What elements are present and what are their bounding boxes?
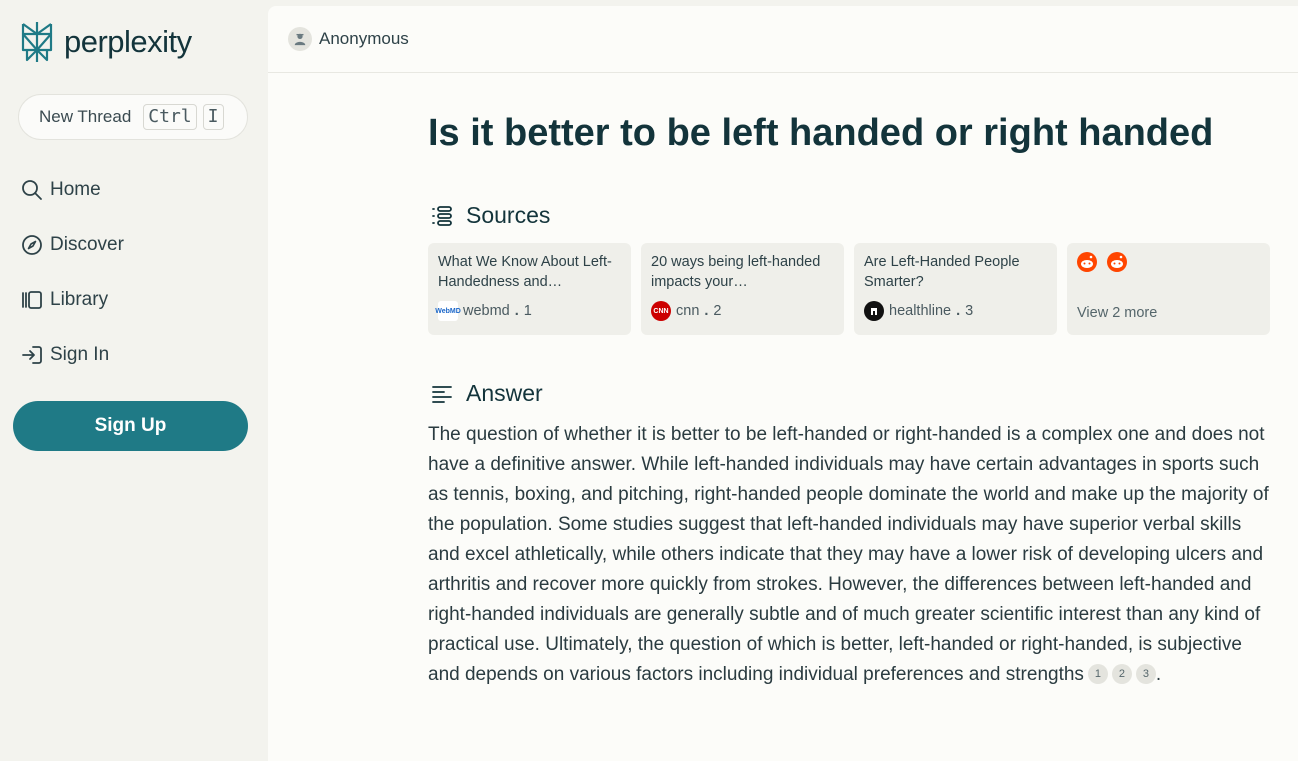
- sidebar: perplexity New Thread Ctrl I Home Discov…: [0, 0, 268, 761]
- anonymous-avatar-icon: [288, 27, 312, 51]
- shortcut-key-i: I: [202, 104, 224, 130]
- source-card[interactable]: Are Left-Handed People Smarter? healthli…: [854, 243, 1057, 335]
- source-card[interactable]: What We Know About Left-Handedness and… …: [428, 243, 631, 335]
- answer-icon: [432, 385, 452, 403]
- answer-body: The question of whether it is better to …: [428, 420, 1273, 690]
- new-thread-button[interactable]: New Thread Ctrl I: [18, 94, 248, 140]
- nav-label-sign-in: Sign In: [50, 344, 110, 365]
- nav-item-sign-in[interactable]: Sign In: [20, 340, 109, 370]
- reddit-icon: [1077, 252, 1097, 272]
- source-meta: CNN cnn . 2: [651, 301, 722, 321]
- citation-badge[interactable]: 3: [1135, 664, 1156, 684]
- nav-item-library[interactable]: Library: [20, 285, 108, 315]
- top-bar: Anonymous: [268, 6, 1298, 73]
- nav-label-home: Home: [50, 179, 101, 200]
- source-site: webmd: [463, 303, 510, 319]
- answer-heading-text: Answer: [466, 380, 543, 406]
- healthline-favicon-icon: [864, 301, 884, 321]
- source-title: What We Know About Left-Handedness and…: [438, 254, 612, 290]
- thread-title: Is it better to be left handed or right …: [428, 112, 1214, 154]
- sign-up-button[interactable]: Sign Up: [13, 401, 248, 451]
- more-sources-card[interactable]: View 2 more: [1067, 243, 1270, 335]
- cnn-favicon-icon: CNN: [651, 301, 671, 321]
- nav-label-library: Library: [50, 289, 109, 310]
- source-index: 3: [965, 303, 974, 319]
- logo[interactable]: perplexity: [18, 20, 192, 64]
- new-thread-label: New Thread: [39, 107, 132, 126]
- compass-icon: [22, 235, 42, 255]
- sources-list: What We Know About Left-Handedness and… …: [428, 243, 1270, 335]
- answer-heading: Answer: [430, 380, 543, 407]
- nav-item-home[interactable]: Home: [20, 175, 101, 205]
- source-site: healthline: [889, 303, 952, 319]
- answer-text: The question of whether it is better to …: [428, 424, 1269, 685]
- answer-end: .: [1155, 664, 1162, 685]
- reddit-icon: [1107, 252, 1127, 272]
- sign-in-icon: [22, 346, 42, 364]
- source-card[interactable]: 20 ways being left-handed impacts your… …: [641, 243, 844, 335]
- source-title: 20 ways being left-handed impacts your…: [651, 254, 821, 290]
- main-panel: Anonymous Is it better to be left handed…: [268, 6, 1298, 761]
- user-label: Anonymous: [319, 29, 409, 48]
- source-index: 2: [713, 303, 722, 319]
- sources-heading-text: Sources: [466, 202, 551, 228]
- library-icon: [22, 291, 42, 309]
- search-icon: [22, 180, 42, 200]
- source-title: Are Left-Handed People Smarter?: [864, 254, 1020, 290]
- webmd-favicon-icon: WebMD: [435, 301, 461, 321]
- source-meta: WebMD webmd . 1: [435, 301, 532, 321]
- source-index: 1: [523, 303, 532, 319]
- view-more-sources-link[interactable]: View 2 more: [1077, 305, 1157, 321]
- citation-badge[interactable]: 1: [1087, 664, 1108, 684]
- more-sources-icons: [1077, 252, 1260, 272]
- source-meta: healthline . 3: [864, 301, 973, 321]
- citation-badge[interactable]: 2: [1111, 664, 1132, 684]
- perplexity-logo-icon: [21, 22, 53, 62]
- brand-name: perplexity: [64, 24, 192, 59]
- sources-icon: [432, 205, 452, 226]
- nav-label-discover: Discover: [50, 234, 124, 255]
- sources-heading: Sources: [430, 202, 550, 229]
- nav-item-discover[interactable]: Discover: [20, 230, 124, 260]
- shortcut-key-ctrl: Ctrl: [143, 104, 197, 130]
- source-site: cnn: [676, 303, 700, 319]
